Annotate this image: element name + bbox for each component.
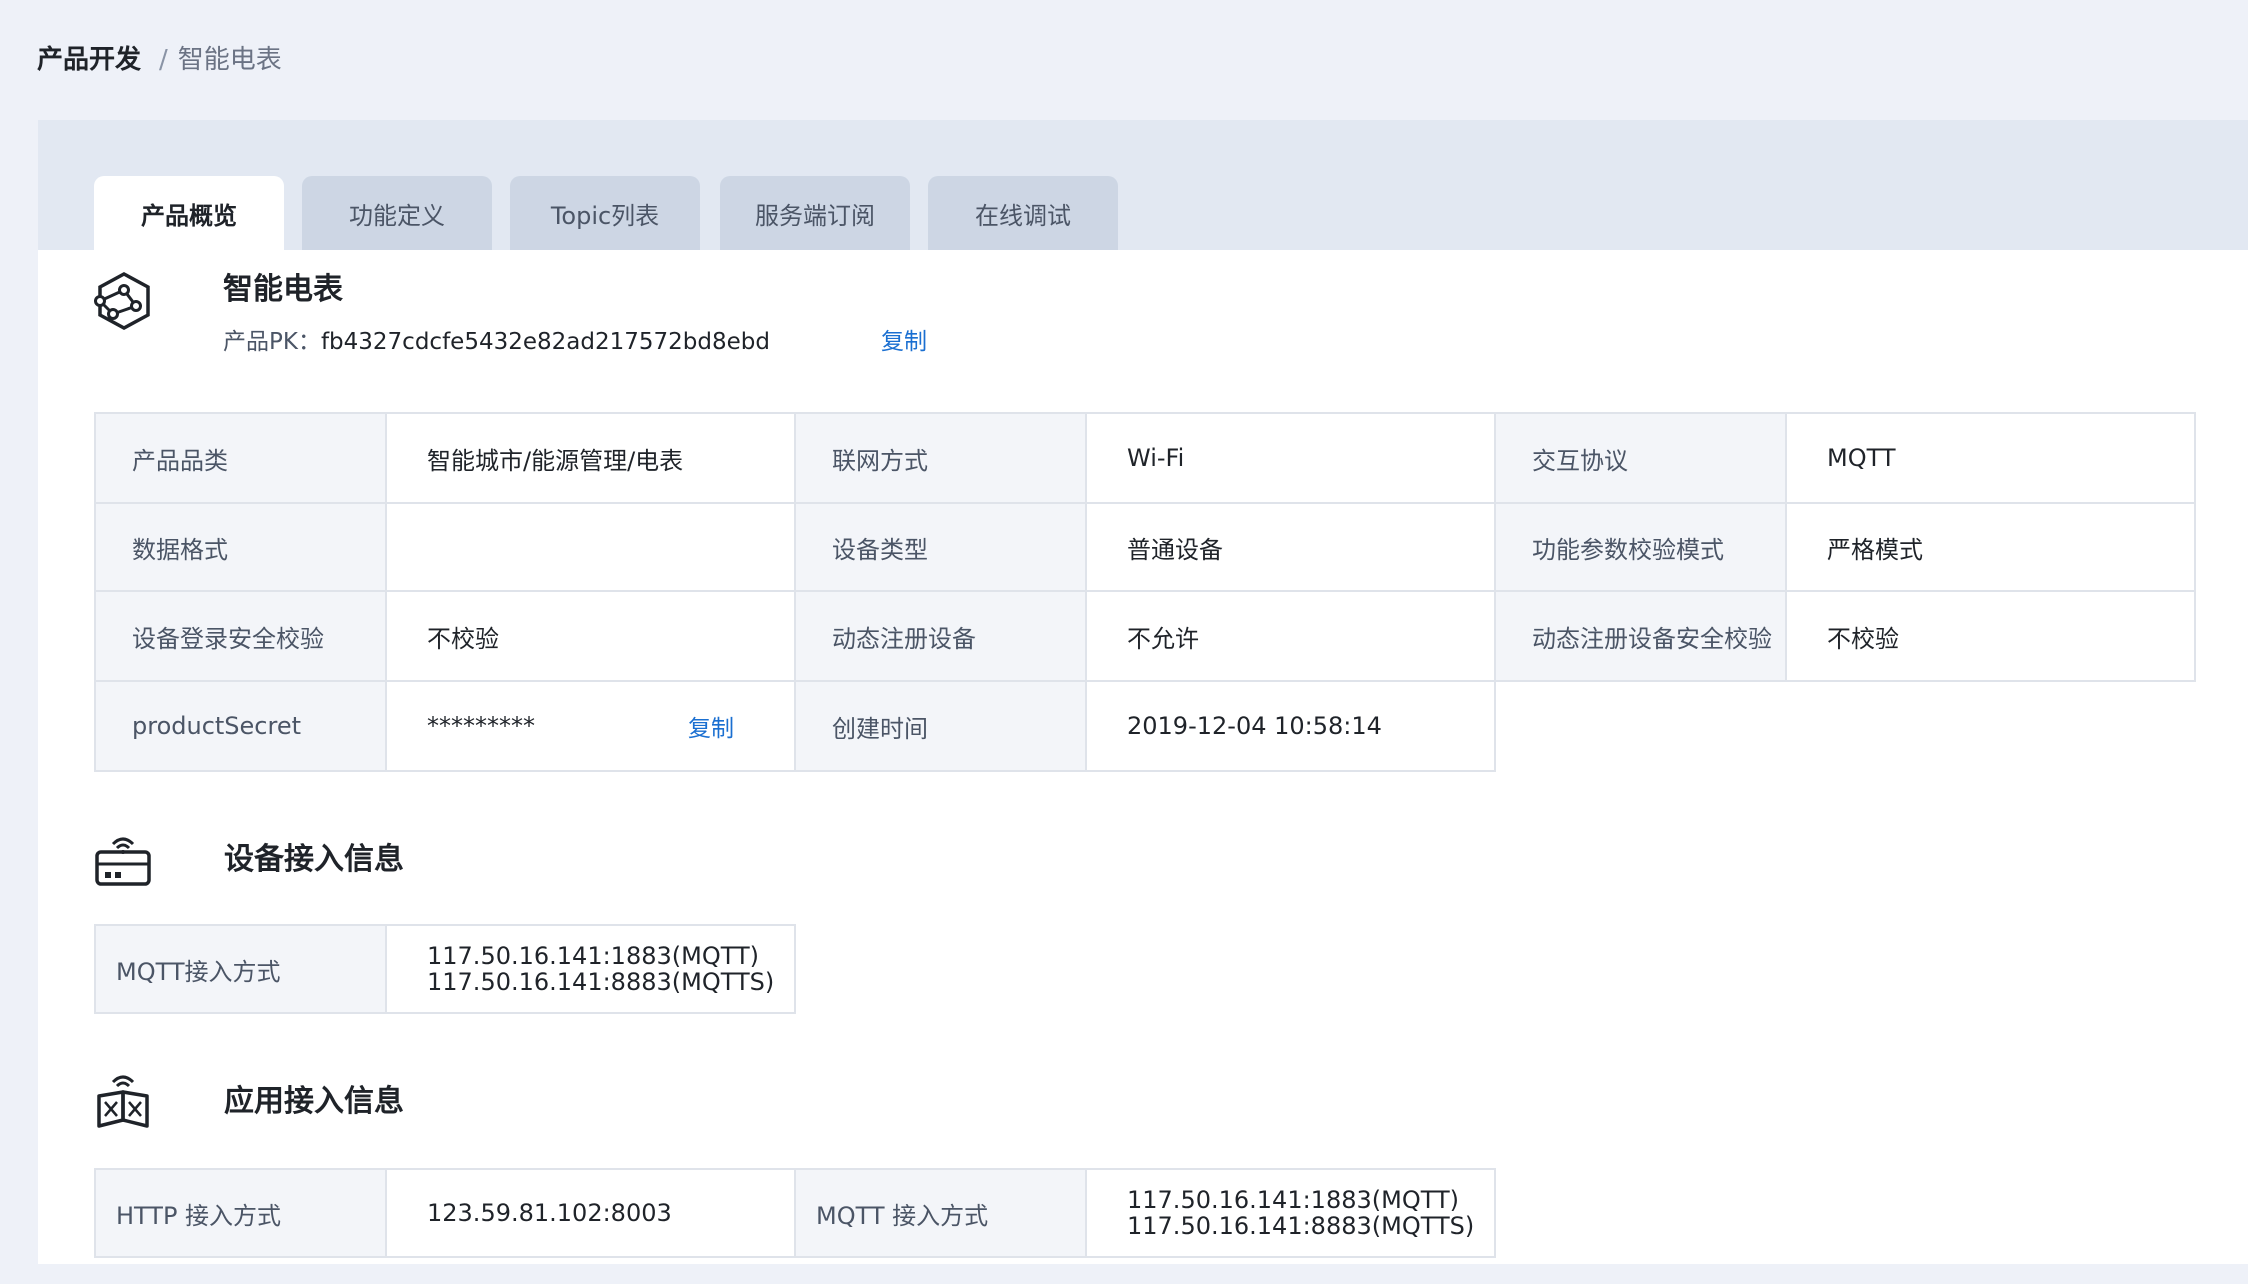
product-info-table: 产品品类 智能城市/能源管理/电表 联网方式 Wi-Fi 交互协议 MQTT 数… xyxy=(94,412,2196,772)
app-access-title: 应用接入信息 xyxy=(224,1084,404,1119)
login-check-label: 设备登录安全校验 xyxy=(94,590,387,682)
breadcrumb-root[interactable]: 产品开发 xyxy=(37,42,141,78)
param-mode-value: 严格模式 xyxy=(1785,502,2196,592)
product-pk-value: fb4327cdcfe5432e82ad217572bd8ebd xyxy=(320,329,770,355)
login-check-value: 不校验 xyxy=(385,590,796,682)
dynamic-register-check-label: 动态注册设备安全校验 xyxy=(1494,590,1787,682)
copy-pk-link[interactable]: 复制 xyxy=(881,326,927,360)
table-row: HTTP 接入方式 123.59.81.102:8003 MQTT 接入方式 1… xyxy=(94,1168,1496,1258)
table-row: productSecret ********* 复制 创建时间 2019-12-… xyxy=(94,680,2195,772)
http-access-value: 123.59.81.102:8003 xyxy=(385,1168,796,1258)
dynamic-register-value: 不允许 xyxy=(1085,590,1496,682)
breadcrumb-separator: / xyxy=(159,45,168,75)
tab-server-subscription[interactable]: 服务端订阅 xyxy=(720,176,910,250)
hexagon-node-icon xyxy=(94,272,150,330)
copy-pk-label[interactable]: 复制 xyxy=(881,329,927,355)
breadcrumb: 产品开发 / 智能电表 xyxy=(37,42,282,78)
table-row: MQTT接入方式 117.50.16.141:1883(MQTT) 117.50… xyxy=(94,924,796,1014)
tab-product-overview[interactable]: 产品概览 xyxy=(94,176,284,250)
data-format-label: 数据格式 xyxy=(94,502,387,592)
empty-cell xyxy=(1495,681,1786,771)
category-value: 智能城市/能源管理/电表 xyxy=(385,412,796,504)
category-label: 产品品类 xyxy=(94,412,387,504)
created-time-value: 2019-12-04 10:58:14 xyxy=(1085,680,1496,772)
dynamic-register-check-value: 不校验 xyxy=(1785,590,2196,682)
device-type-label: 设备类型 xyxy=(794,502,1087,592)
network-value: Wi-Fi xyxy=(1085,412,1496,504)
created-time-label: 创建时间 xyxy=(794,680,1087,772)
device-mqtt-value: 117.50.16.141:1883(MQTT) 117.50.16.141:8… xyxy=(385,924,796,1014)
device-type-value: 普通设备 xyxy=(1085,502,1496,592)
app-mqtt-label: MQTT 接入方式 xyxy=(794,1168,1087,1258)
table-row: 产品品类 智能城市/能源管理/电表 联网方式 Wi-Fi 交互协议 MQTT xyxy=(94,412,2196,504)
data-format-value xyxy=(385,502,796,592)
device-access-title: 设备接入信息 xyxy=(224,842,404,877)
device-mqtt-line1: 117.50.16.141:1883(MQTT) xyxy=(427,942,759,970)
router-icon xyxy=(95,837,151,886)
app-mqtt-line1: 117.50.16.141:1883(MQTT) xyxy=(1127,1186,1459,1214)
param-mode-label: 功能参数校验模式 xyxy=(1494,502,1787,592)
network-label: 联网方式 xyxy=(794,412,1087,504)
app-access-table: HTTP 接入方式 123.59.81.102:8003 MQTT 接入方式 1… xyxy=(94,1168,1496,1258)
copy-secret-link[interactable]: 复制 xyxy=(688,709,734,743)
product-secret-value: ********* xyxy=(427,712,535,740)
product-name: 智能电表 xyxy=(223,272,343,307)
product-pk-label: 产品PK： xyxy=(223,329,321,355)
empty-cell xyxy=(1786,681,2195,771)
product-secret-label: productSecret xyxy=(94,680,387,772)
dynamic-register-label: 动态注册设备 xyxy=(794,590,1087,682)
protocol-value: MQTT xyxy=(1785,412,2196,504)
product-panel: 产品概览 功能定义 Topic列表 服务端订阅 在线调试 智能电表 产品PK：f… xyxy=(38,120,2248,1264)
breadcrumb-current: 智能电表 xyxy=(177,45,282,75)
tab-topic-list[interactable]: Topic列表 xyxy=(510,176,700,250)
product-pk: 产品PK：fb4327cdcfe5432e82ad217572bd8ebd xyxy=(223,326,770,358)
device-mqtt-line2: 117.50.16.141:8883(MQTTS) xyxy=(427,968,775,996)
http-access-label: HTTP 接入方式 xyxy=(94,1168,387,1258)
device-mqtt-label: MQTT接入方式 xyxy=(94,924,387,1014)
device-access-table: MQTT接入方式 117.50.16.141:1883(MQTT) 117.50… xyxy=(94,924,796,1014)
app-mqtt-value: 117.50.16.141:1883(MQTT) 117.50.16.141:8… xyxy=(1085,1168,1496,1258)
table-row: 数据格式 设备类型 普通设备 功能参数校验模式 严格模式 xyxy=(94,502,2196,592)
table-row: 设备登录安全校验 不校验 动态注册设备 不允许 动态注册设备安全校验 不校验 xyxy=(94,590,2196,682)
open-book-icon xyxy=(97,1075,149,1128)
tab-function-definition[interactable]: 功能定义 xyxy=(302,176,492,250)
tab-bar: 产品概览 功能定义 Topic列表 服务端订阅 在线调试 xyxy=(38,120,2248,250)
protocol-label: 交互协议 xyxy=(1494,412,1787,504)
app-mqtt-line2: 117.50.16.141:8883(MQTTS) xyxy=(1127,1212,1475,1240)
product-secret-cell: ********* 复制 xyxy=(385,680,796,772)
tab-online-debug[interactable]: 在线调试 xyxy=(928,176,1118,250)
